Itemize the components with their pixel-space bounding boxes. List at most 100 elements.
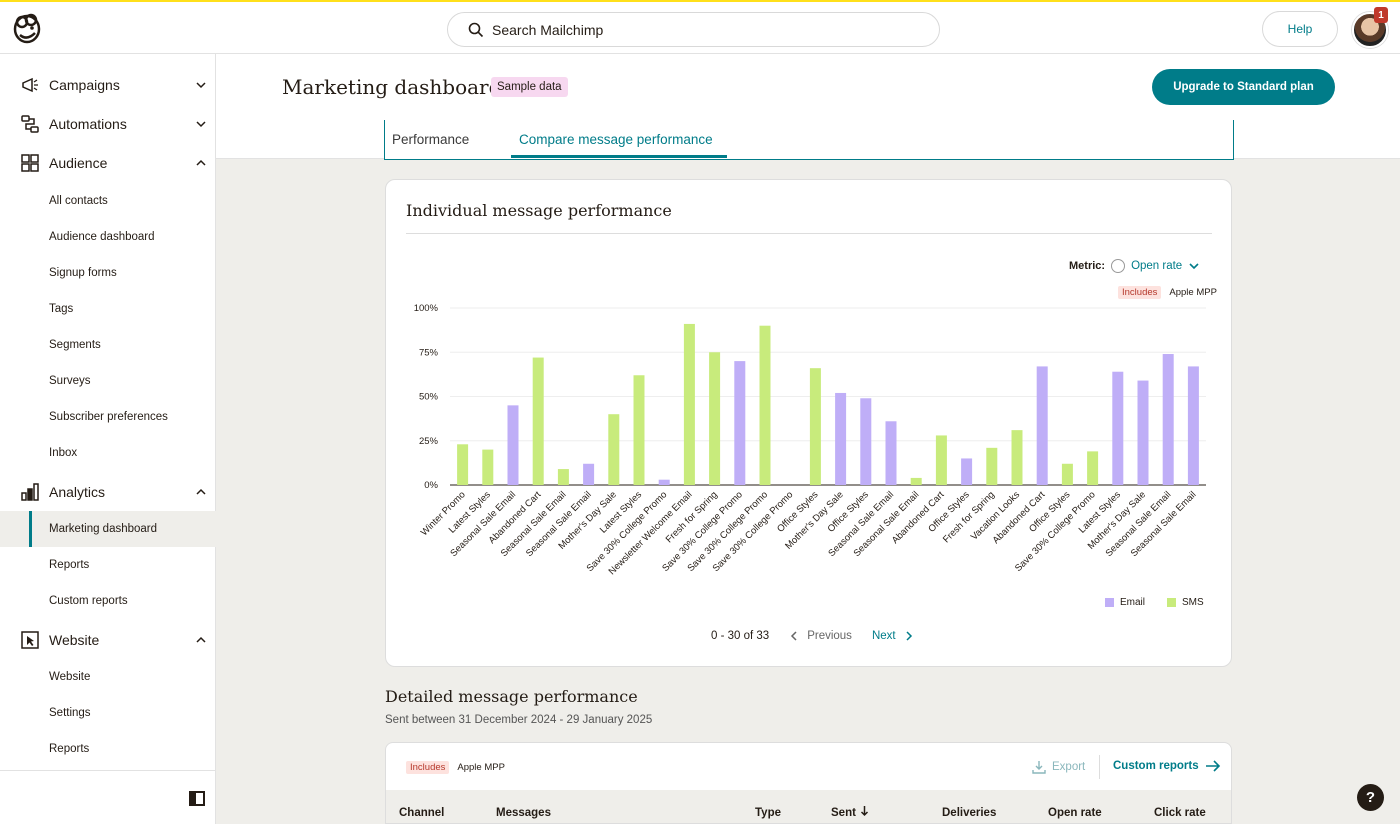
metric-selector[interactable]: Metric: Open rate	[1069, 259, 1200, 273]
help-chat-button[interactable]: ?	[1357, 784, 1384, 811]
chevron-up-icon	[196, 636, 206, 643]
custom-reports-label: Custom reports	[1113, 760, 1199, 772]
bar	[633, 375, 645, 485]
mailchimp-logo-icon[interactable]	[10, 11, 44, 45]
sidebar-item-website[interactable]: Website	[0, 620, 216, 660]
bar	[683, 323, 695, 485]
sidebar-item-inbox[interactable]: Inbox	[0, 435, 216, 471]
collapse-sidebar-icon[interactable]	[189, 791, 205, 806]
divider	[1099, 755, 1100, 779]
sidebar-item-label: Custom reports	[49, 595, 128, 607]
bar	[507, 405, 519, 485]
bar	[910, 477, 922, 485]
sidebar-item-label: Website	[49, 632, 100, 648]
bar	[532, 357, 544, 485]
sort-down-icon[interactable]	[860, 805, 869, 817]
export-label: Export	[1052, 761, 1086, 773]
column-channel[interactable]: Channel	[399, 807, 444, 819]
bar	[809, 368, 821, 485]
sidebar-item-label: Reports	[49, 559, 90, 571]
sidebar-item-label: Subscriber preferences	[49, 411, 168, 423]
bar	[1061, 463, 1073, 485]
bar	[1187, 366, 1199, 485]
custom-reports-link[interactable]: Custom reports	[1113, 759, 1221, 773]
sidebar-item-label: Marketing dashboard	[49, 523, 158, 535]
bar	[986, 447, 998, 485]
active-tab-indicator	[511, 155, 727, 158]
search-input[interactable]: Search Mailchimp	[447, 12, 940, 47]
bar	[1036, 366, 1048, 485]
sidebar-item-tags[interactable]: Tags	[0, 291, 216, 327]
chevron-down-icon	[1189, 263, 1199, 270]
table-header: Channel Messages Type Sent Deliveries Op…	[386, 790, 1231, 823]
legend-swatch-email	[1105, 598, 1114, 607]
bar	[482, 449, 494, 485]
help-button[interactable]: Help	[1262, 11, 1338, 47]
chevron-up-icon	[196, 159, 206, 166]
column-click-rate[interactable]: Click rate	[1154, 807, 1206, 819]
sidebar-item-website-reports[interactable]: Reports	[0, 731, 216, 767]
bar	[583, 463, 595, 485]
sidebar-item-all-contacts[interactable]: All contacts	[0, 183, 216, 219]
upgrade-button[interactable]: Upgrade to Standard plan	[1152, 69, 1335, 105]
metric-value: Open rate	[1131, 260, 1183, 272]
chart-pagination: 0 - 30 of 33 Previous Next	[711, 630, 914, 642]
bar	[1087, 451, 1099, 485]
sidebar-item-reports[interactable]: Reports	[0, 547, 216, 583]
sidebar-item-website-page[interactable]: Website	[0, 659, 216, 695]
download-icon	[1032, 761, 1046, 774]
divider	[406, 233, 1212, 234]
bar	[835, 392, 847, 485]
sidebar: Campaigns Automations Audience All conta…	[0, 54, 216, 824]
column-open-rate[interactable]: Open rate	[1048, 807, 1102, 819]
sidebar-item-custom-reports[interactable]: Custom reports	[0, 583, 216, 619]
next-button[interactable]: Next	[872, 630, 896, 642]
sample-data-badge: Sample data	[491, 77, 568, 97]
previous-button[interactable]: Previous	[807, 630, 852, 642]
column-deliveries[interactable]: Deliveries	[942, 807, 996, 819]
sidebar-item-label: All contacts	[49, 195, 108, 207]
metric-label: Metric:	[1069, 260, 1106, 272]
bar-chart-icon	[21, 483, 39, 501]
bar	[1137, 380, 1149, 485]
sidebar-item-label: Campaigns	[49, 77, 120, 93]
sidebar-item-automations[interactable]: Automations	[0, 104, 216, 144]
sidebar-item-subscriber-preferences[interactable]: Subscriber preferences	[0, 399, 216, 435]
bar-chart: 100%75%50%25%0%Winter PromoLatest Styles…	[414, 303, 1206, 577]
y-tick-label: 50%	[419, 392, 439, 403]
sidebar-item-audience-dashboard[interactable]: Audience dashboard	[0, 219, 216, 255]
sidebar-item-label: Inbox	[49, 447, 78, 459]
sidebar-item-label: Reports	[49, 743, 90, 755]
column-sent[interactable]: Sent	[831, 807, 856, 819]
automations-icon	[21, 115, 39, 133]
sidebar-item-label: Automations	[49, 116, 127, 132]
sidebar-item-signup-forms[interactable]: Signup forms	[0, 255, 216, 291]
bar	[457, 444, 469, 485]
detailed-section-subtitle: Sent between 31 December 2024 - 29 Janua…	[385, 714, 653, 726]
audience-icon	[21, 154, 39, 172]
chevron-right-icon[interactable]	[904, 631, 914, 641]
bar	[759, 325, 771, 485]
tab-performance[interactable]: Performance	[392, 132, 469, 147]
sidebar-item-campaigns[interactable]: Campaigns	[0, 65, 216, 105]
bar	[734, 361, 746, 485]
sidebar-item-surveys[interactable]: Surveys	[0, 363, 216, 399]
page-title: Marketing dashboard	[282, 75, 502, 99]
bar	[1162, 354, 1174, 485]
legend-label-sms: SMS	[1182, 597, 1204, 608]
export-button[interactable]: Export	[1032, 760, 1085, 774]
sidebar-item-marketing-dashboard[interactable]: Marketing dashboard	[0, 511, 216, 547]
column-messages[interactable]: Messages	[496, 807, 551, 819]
card-title: Individual message performance	[406, 201, 672, 220]
sidebar-item-analytics[interactable]: Analytics	[0, 472, 216, 512]
sidebar-item-settings[interactable]: Settings	[0, 695, 216, 731]
sidebar-item-label: Tags	[49, 303, 74, 315]
sidebar-item-segments[interactable]: Segments	[0, 327, 216, 363]
sidebar-item-audience[interactable]: Audience	[0, 143, 216, 183]
chart-legend: Email SMS	[1105, 597, 1204, 608]
search-icon	[468, 22, 484, 37]
column-type[interactable]: Type	[755, 807, 781, 819]
legend-label-email: Email	[1120, 597, 1146, 608]
page-header: Marketing dashboard Sample data Upgrade …	[216, 54, 1400, 120]
tab-compare-message-performance[interactable]: Compare message performance	[519, 132, 713, 147]
